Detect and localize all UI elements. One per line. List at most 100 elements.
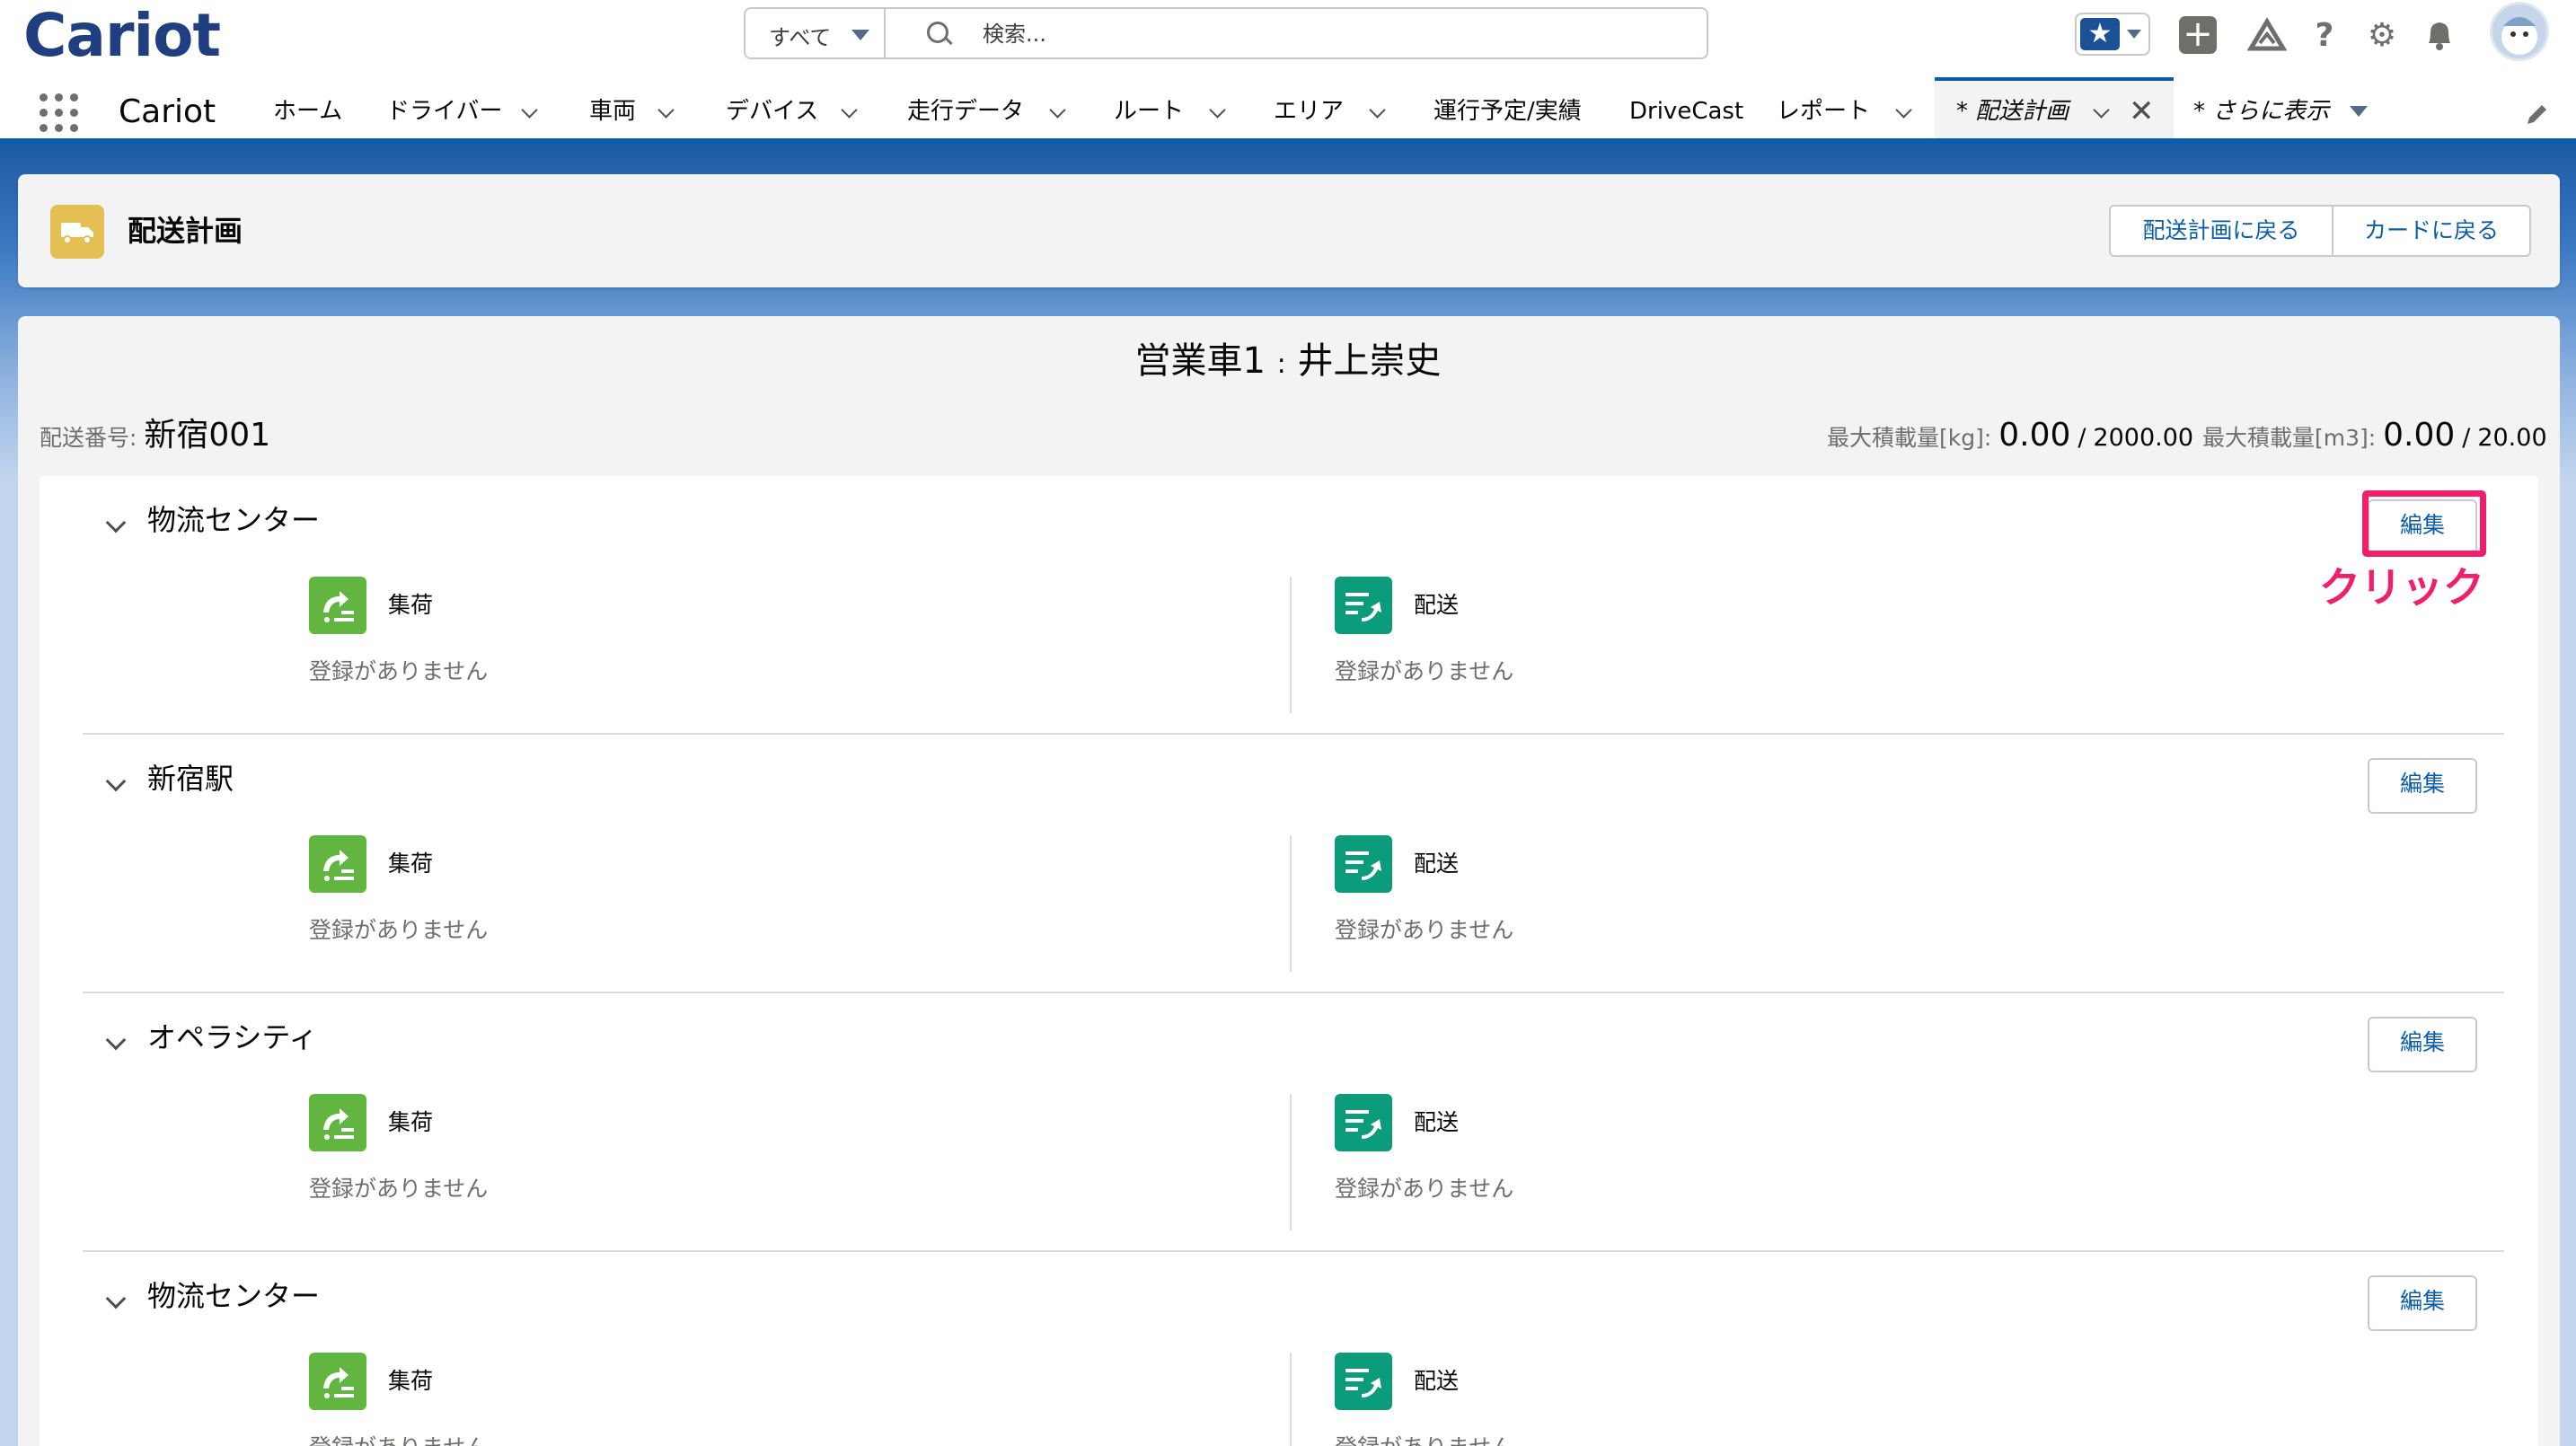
nav-item-home[interactable]: ホーム <box>273 95 342 128</box>
delivery-label: 配送 <box>1414 1368 1460 1394</box>
edit-button[interactable]: 編集 <box>2368 758 2477 814</box>
driver-name: 井上崇史 <box>1297 340 1442 382</box>
chevron-down-icon[interactable] <box>106 1293 124 1311</box>
more-tabs[interactable]: * さらに表示 <box>2193 95 2329 128</box>
avatar[interactable] <box>2490 2 2549 61</box>
chevron-down-icon[interactable] <box>1209 104 1225 120</box>
nav-item-areas[interactable]: エリア <box>1274 95 1344 128</box>
pickup-icon <box>309 1353 366 1410</box>
app-name: Cariot <box>119 93 216 130</box>
chevron-down-icon[interactable] <box>521 104 537 120</box>
delivery-number: 配送番号: 新宿001 <box>40 417 271 454</box>
nav-item-reports[interactable]: レポート <box>1777 95 1870 128</box>
search-scope-label: すべて <box>769 25 832 50</box>
caret-down-icon[interactable] <box>2350 106 2368 117</box>
search-icon <box>927 22 948 43</box>
chevron-down-icon[interactable] <box>841 104 857 120</box>
favorites-button[interactable]: ★ <box>2075 13 2150 56</box>
vehicle-name: 営業車1 <box>1134 340 1266 382</box>
pickup-empty-text: 登録がありません <box>309 1432 488 1446</box>
max-weight: 最大積載量[kg]: 0.00 / 2000.00 <box>1827 417 2194 454</box>
delivery-empty-text: 登録がありません <box>1335 658 1514 684</box>
star-icon: ★ <box>2080 18 2120 50</box>
column-divider <box>1290 1353 1292 1446</box>
stop-section: 物流センター 編集 集荷 登録がありません 配送 登録がありません <box>40 1252 2538 1446</box>
stop-name: 物流センター <box>147 503 321 537</box>
search-input[interactable] <box>981 16 1667 52</box>
chevron-down-icon[interactable] <box>657 104 674 120</box>
delivery-empty-text: 登録がありません <box>1335 917 1514 943</box>
caret-down-icon <box>851 30 869 40</box>
page-title: 配送計画 <box>128 214 243 248</box>
stop-section: 新宿駅 編集 集荷 登録がありません 配送 登録がありません <box>40 735 2538 993</box>
click-highlight-box <box>2362 490 2486 557</box>
chevron-down-icon[interactable] <box>106 517 124 535</box>
delivery-empty-text: 登録がありません <box>1335 1176 1514 1202</box>
delivery-label: 配送 <box>1414 1109 1460 1135</box>
delivery-label: 配送 <box>1414 851 1460 877</box>
truck-icon <box>50 205 104 259</box>
close-tab-icon[interactable]: ✕ <box>2129 92 2155 131</box>
max-weight-label: 最大積載量[kg]: <box>1827 425 1992 451</box>
back-to-plan-button[interactable]: 配送計画に戻る <box>2109 205 2333 257</box>
delivery-number-value: 新宿001 <box>144 417 271 454</box>
chevron-down-icon[interactable] <box>2093 104 2109 120</box>
nav-item-trip-data[interactable]: 走行データ <box>907 95 1024 128</box>
chevron-down-icon[interactable] <box>1369 104 1385 120</box>
stop-name: オペラシティ <box>147 1020 318 1054</box>
pickup-empty-text: 登録がありません <box>309 658 489 684</box>
pickup-empty-text: 登録がありません <box>309 917 489 943</box>
global-search[interactable] <box>884 7 1708 59</box>
app-launcher-icon[interactable] <box>40 93 79 133</box>
max-weight-limit: 2000.00 <box>2093 424 2194 452</box>
back-to-card-button[interactable]: カードに戻る <box>2333 205 2531 257</box>
max-volume-label: 最大積載量[m3]: <box>2202 425 2377 451</box>
column-divider <box>1290 835 1292 972</box>
nav-item-schedule[interactable]: 運行予定/実績 <box>1434 95 1582 128</box>
max-volume-limit: 20.00 <box>2477 424 2547 452</box>
pickup-icon <box>309 835 366 893</box>
nav-item-drivers[interactable]: ドライバー <box>386 95 502 128</box>
edit-button[interactable]: 編集 <box>2368 1017 2477 1072</box>
caret-down-icon <box>2127 30 2141 39</box>
chevron-down-icon[interactable] <box>106 776 124 794</box>
stop-section: オペラシティ 編集 集荷 登録がありません 配送 登録がありません <box>40 993 2538 1252</box>
edit-button[interactable]: 編集 <box>2368 1275 2477 1331</box>
edit-nav-icon[interactable] <box>2524 101 2551 128</box>
bell-icon[interactable] <box>2420 16 2459 56</box>
search-scope-dropdown[interactable]: すべて <box>744 7 886 59</box>
trailhead-icon[interactable] <box>2246 16 2288 56</box>
delivery-icon <box>1335 1094 1392 1151</box>
column-divider <box>1290 1094 1292 1230</box>
pickup-label: 集荷 <box>388 851 434 877</box>
delivery-icon <box>1335 835 1392 893</box>
nav-item-vehicles[interactable]: 車両 <box>589 95 636 128</box>
gear-icon[interactable]: ⚙ <box>2362 16 2402 56</box>
delivery-empty-text: 登録がありません <box>1335 1432 1513 1446</box>
question-icon[interactable]: ? <box>2305 16 2344 56</box>
heading-separator: : <box>1276 348 1286 380</box>
max-volume-slash: / <box>2462 424 2471 452</box>
max-volume-value: 0.00 <box>2383 417 2456 454</box>
tab-delivery-plan-label[interactable]: * 配送計画 <box>1956 95 2069 128</box>
pickup-label: 集荷 <box>388 592 434 618</box>
stop-name: 新宿駅 <box>147 762 234 796</box>
chevron-down-icon[interactable] <box>1049 104 1065 120</box>
column-divider <box>1290 577 1292 713</box>
nav-item-drivecast[interactable]: DriveCast <box>1629 95 1743 128</box>
chevron-down-icon[interactable] <box>106 1035 124 1053</box>
stops-list: 物流センター 編集 集荷 登録がありません 配送 登録がありません 新宿駅 編集… <box>40 476 2538 1446</box>
cariot-logo[interactable]: Cariot <box>23 2 221 70</box>
pickup-empty-text: 登録がありません <box>309 1176 489 1202</box>
max-volume: 最大積載量[m3]: 0.00 / 20.00 <box>2202 417 2547 454</box>
max-weight-value: 0.00 <box>1998 417 2071 454</box>
chevron-down-icon[interactable] <box>1895 104 1911 120</box>
max-weight-slash: / <box>2078 424 2086 452</box>
stop-section: 物流センター 編集 集荷 登録がありません 配送 登録がありません <box>40 476 2538 735</box>
vehicle-heading: 営業車1 : 井上崇史 <box>0 334 2576 392</box>
nav-item-routes[interactable]: ルート <box>1114 95 1184 128</box>
delivery-number-label: 配送番号: <box>40 425 137 451</box>
plus-icon[interactable]: + <box>2179 16 2217 54</box>
stop-name: 物流センター <box>147 1279 321 1313</box>
nav-item-devices[interactable]: デバイス <box>726 95 818 128</box>
